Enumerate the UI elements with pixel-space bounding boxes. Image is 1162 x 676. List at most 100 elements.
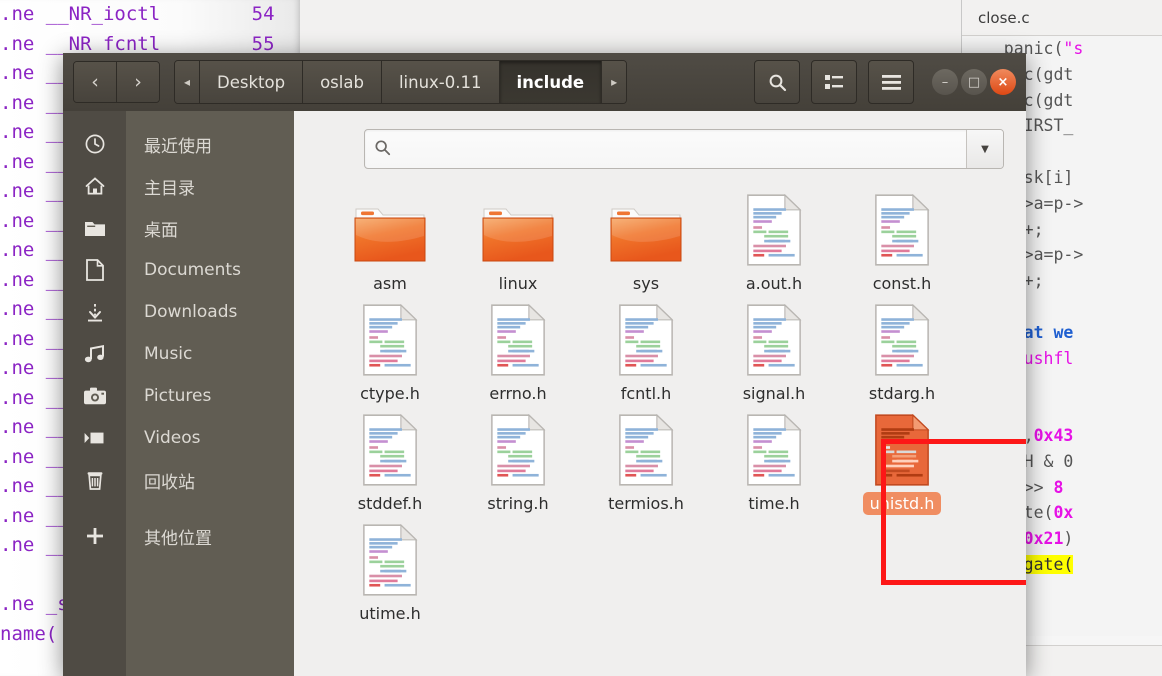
file-icon-grid[interactable]: asm linux sys a.out.h const.h ctype.h errno.h f… xyxy=(294,177,1026,631)
file-icon xyxy=(875,303,930,376)
sidebar-item-label: Pictures xyxy=(144,386,212,406)
file-icon xyxy=(871,411,933,487)
forward-button[interactable]: › xyxy=(116,62,159,102)
sidebar-item-pictures[interactable]: Pictures xyxy=(63,375,294,417)
clock-icon xyxy=(63,133,126,155)
sidebar-item-documents[interactable]: Documents xyxy=(63,249,294,291)
back-button[interactable]: ‹ xyxy=(74,62,116,102)
breadcrumb-item-include[interactable]: include xyxy=(498,61,602,103)
folder-item[interactable]: linux xyxy=(454,191,582,295)
file-item[interactable]: string.h xyxy=(454,411,582,515)
sidebar-item-label: Music xyxy=(144,344,193,364)
sidebar-item-label: Documents xyxy=(144,260,241,280)
search-button[interactable] xyxy=(754,60,800,104)
music-icon xyxy=(63,343,126,365)
video-icon xyxy=(63,429,126,447)
search-field[interactable]: ▼ xyxy=(364,129,1004,169)
folder-item[interactable]: asm xyxy=(326,191,454,295)
search-dropdown-button[interactable]: ▼ xyxy=(966,130,1003,168)
file-manager-window[interactable]: ‹ › ◂ Desktop oslab linux-0.11 include ▸ xyxy=(63,53,1026,676)
camera-icon xyxy=(63,386,126,406)
file-icon xyxy=(359,521,421,597)
trash-icon xyxy=(63,469,126,491)
file-item[interactable]: stddef.h xyxy=(326,411,454,515)
list-view-icon xyxy=(825,75,843,89)
sidebar-item-recent[interactable]: 最近使用 xyxy=(63,123,294,165)
file-icon xyxy=(363,523,418,596)
breadcrumb-item-linux-0-11[interactable]: linux-0.11 xyxy=(380,61,499,103)
file-label: stdarg.h xyxy=(868,384,936,403)
minimize-button[interactable]: – xyxy=(932,69,958,95)
sidebar-item-label: 桌面 xyxy=(144,220,178,241)
file-icon xyxy=(615,411,677,487)
hamburger-menu-icon xyxy=(881,74,901,90)
file-label: unistd.h xyxy=(862,492,942,515)
file-item[interactable]: fcntl.h xyxy=(582,301,710,405)
sidebar-item-downloads[interactable]: Downloads xyxy=(63,291,294,333)
breadcrumb: ◂ Desktop oslab linux-0.11 include ▸ xyxy=(174,60,628,104)
file-icon xyxy=(619,303,674,376)
sidebar-item-desktop[interactable]: 桌面 xyxy=(63,207,294,249)
maximize-button[interactable]: □ xyxy=(961,69,987,95)
breadcrumb-item-desktop[interactable]: Desktop xyxy=(199,61,303,103)
breadcrumb-scroll-right-icon[interactable]: ▸ xyxy=(601,61,627,103)
search-input[interactable] xyxy=(365,139,966,159)
sidebar-item-label: Downloads xyxy=(144,302,238,322)
sidebar-item-label: 回收站 xyxy=(144,472,195,493)
file-icon xyxy=(619,413,674,486)
file-icon xyxy=(743,301,805,377)
file-label: fcntl.h xyxy=(620,384,672,403)
menu-button[interactable] xyxy=(868,60,914,104)
file-icon xyxy=(615,301,677,377)
file-label: time.h xyxy=(748,494,800,513)
folder-icon xyxy=(482,208,554,262)
sidebar-item-other-locations[interactable]: 其他位置 xyxy=(63,515,294,557)
file-icon xyxy=(871,301,933,377)
file-manager-body: 最近使用 主目录桌面 Documents Downloads Music Pictures… xyxy=(63,111,1026,676)
file-manager-headerbar: ‹ › ◂ Desktop oslab linux-0.11 include ▸ xyxy=(63,53,1026,111)
file-label: ctype.h xyxy=(360,384,420,403)
sidebar-item-videos[interactable]: Videos xyxy=(63,417,294,459)
file-icon xyxy=(875,193,930,266)
sidebar-item-label: Videos xyxy=(144,428,201,448)
file-item[interactable]: termios.h xyxy=(582,411,710,515)
folder-item[interactable]: sys xyxy=(582,191,710,295)
file-icon xyxy=(875,413,930,486)
file-label: const.h xyxy=(872,274,932,293)
file-label: asm xyxy=(373,274,407,293)
home-icon xyxy=(63,175,126,197)
file-item[interactable]: utime.h xyxy=(326,521,454,625)
view-toggle-button[interactable] xyxy=(811,60,857,104)
file-label: a.out.h xyxy=(745,274,803,293)
sidebar-item-trash[interactable]: 回收站 xyxy=(63,459,294,501)
file-label: linux xyxy=(498,274,538,293)
file-item[interactable]: a.out.h xyxy=(710,191,838,295)
folder-icon xyxy=(354,208,426,262)
editor-tab-title: close.c xyxy=(962,0,1162,36)
file-item[interactable]: const.h xyxy=(838,191,966,295)
file-item[interactable]: unistd.h xyxy=(838,411,966,515)
file-item[interactable]: stdarg.h xyxy=(838,301,966,405)
close-button[interactable]: × xyxy=(990,69,1016,95)
file-item[interactable]: time.h xyxy=(710,411,838,515)
folder-icon xyxy=(63,219,126,238)
file-icon xyxy=(871,191,933,267)
file-icon xyxy=(487,301,549,377)
file-label: sys xyxy=(632,274,660,293)
file-icon xyxy=(359,411,421,487)
header-right-controls: – □ × xyxy=(743,60,1016,104)
folder-icon xyxy=(610,208,682,262)
file-browser-content[interactable]: ▼ asm linux sys a.out.h const.h ctype.h errno.… xyxy=(294,111,1026,676)
file-item[interactable]: errno.h xyxy=(454,301,582,405)
file-label: termios.h xyxy=(608,494,684,513)
breadcrumb-scroll-left-icon[interactable]: ◂ xyxy=(175,61,200,103)
sidebar-item-home[interactable]: 主目录 xyxy=(63,165,294,207)
file-label: stddef.h xyxy=(357,494,423,513)
sidebar-item-music[interactable]: Music xyxy=(63,333,294,375)
breadcrumb-item-oslab[interactable]: oslab xyxy=(302,61,381,103)
file-icon xyxy=(487,411,549,487)
file-item[interactable]: signal.h xyxy=(710,301,838,405)
folder-icon xyxy=(606,191,686,267)
folder-icon xyxy=(478,191,558,267)
file-item[interactable]: ctype.h xyxy=(326,301,454,405)
